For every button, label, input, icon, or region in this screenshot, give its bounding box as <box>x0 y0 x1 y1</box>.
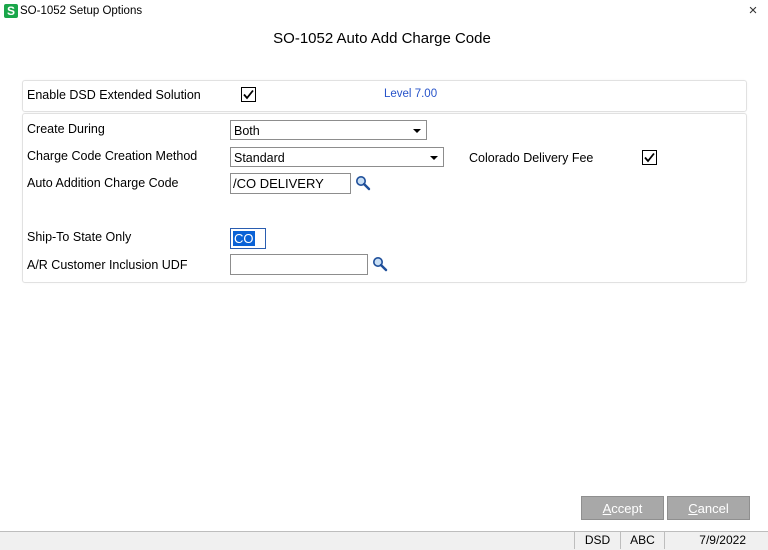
ar-customer-udf-input[interactable] <box>230 254 368 275</box>
status-date: 7/9/2022 <box>664 531 768 549</box>
auto-addition-input[interactable]: /CO DELIVERY <box>230 173 351 194</box>
ar-customer-udf-label: A/R Customer Inclusion UDF <box>27 258 188 272</box>
create-during-select[interactable]: Both <box>230 120 427 140</box>
magnifier-icon[interactable] <box>355 175 371 191</box>
page-title: SO-1052 Auto Add Charge Code <box>0 30 768 47</box>
close-icon[interactable]: × <box>745 2 761 20</box>
status-module: DSD <box>574 531 620 549</box>
level-label: Level <box>384 88 412 100</box>
enable-dsd-checkbox[interactable] <box>241 87 256 102</box>
window-title: SO-1052 Setup Options <box>20 5 143 17</box>
chevron-down-icon <box>430 156 438 160</box>
level-value: 7.00 <box>414 88 438 100</box>
magnifier-icon[interactable] <box>372 256 388 272</box>
cancel-button[interactable]: Cancel <box>667 496 750 520</box>
create-during-value: Both <box>234 124 260 138</box>
accept-label: ccept <box>611 501 643 516</box>
colorado-fee-label: Colorado Delivery Fee <box>469 151 594 165</box>
chevron-down-icon <box>413 129 421 133</box>
cancel-hotkey: C <box>688 501 698 516</box>
ship-to-state-input[interactable]: CO <box>230 228 266 249</box>
status-company: ABC <box>620 531 664 549</box>
auto-addition-label: Auto Addition Charge Code <box>27 176 179 190</box>
cancel-label: ancel <box>697 501 729 516</box>
accept-button[interactable]: Accept <box>581 496 664 520</box>
ship-to-state-label: Ship-To State Only <box>27 230 132 244</box>
level-indicator: Level 7.00 <box>384 88 437 100</box>
create-during-label: Create During <box>27 122 105 136</box>
enable-dsd-label: Enable DSD Extended Solution <box>27 88 201 102</box>
ship-to-state-value: CO <box>233 231 255 246</box>
colorado-fee-checkbox[interactable] <box>642 150 657 165</box>
app-icon: S <box>4 4 18 18</box>
page-title-text: SO-1052 Auto Add Charge Code <box>273 30 491 47</box>
creation-method-label: Charge Code Creation Method <box>27 149 198 163</box>
creation-method-select[interactable]: Standard <box>230 147 444 167</box>
checkmark-icon <box>243 89 254 100</box>
checkmark-icon <box>644 152 655 163</box>
accept-hotkey: A <box>602 501 612 516</box>
creation-method-value: Standard <box>234 151 285 165</box>
